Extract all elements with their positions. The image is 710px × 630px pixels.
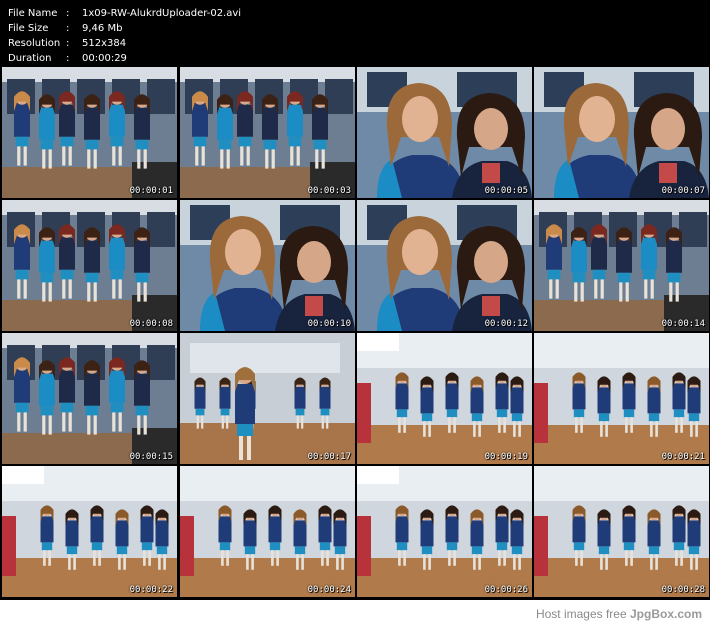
thumbnail-timestamp: 00:00:10	[307, 319, 351, 329]
footer-text[interactable]: Host images free JpgBox.com	[536, 607, 702, 621]
thumbnail-timestamp: 00:00:17	[307, 452, 351, 462]
thumbnail-frame	[534, 67, 709, 198]
info-key: Resolution	[8, 38, 61, 49]
video-thumbnail[interactable]: 00:00:24	[180, 466, 355, 597]
video-thumbnail[interactable]: 00:00:05	[357, 67, 532, 198]
info-sep: :	[66, 23, 70, 34]
thumbnail-frame	[180, 333, 355, 464]
video-thumbnail[interactable]: 00:00:08	[2, 200, 177, 331]
video-thumbnail[interactable]: 00:00:07	[534, 67, 709, 198]
thumbnail-timestamp: 00:00:01	[129, 186, 173, 196]
thumbnail-timestamp: 00:00:07	[661, 186, 705, 196]
video-thumbnail[interactable]: 00:00:03	[180, 67, 355, 198]
thumbnail-grid: 00:00:01 00:00:03 00:00:05 00:00:07 00:00:08…	[0, 67, 710, 599]
video-thumbnail[interactable]: 00:00:21	[534, 333, 709, 464]
thumbnail-timestamp: 00:00:05	[484, 186, 528, 196]
thumbnail-frame	[2, 333, 177, 464]
footer-prefix: Host images free	[535, 607, 630, 621]
thumbnail-frame	[180, 67, 355, 198]
video-thumbnail[interactable]: 00:00:22	[2, 466, 177, 597]
video-thumbnail[interactable]: 00:00:01	[2, 67, 177, 198]
video-thumbnail[interactable]: 00:00:12	[357, 200, 532, 331]
video-thumbnail[interactable]: 00:00:10	[180, 200, 355, 331]
thumbnail-timestamp: 00:00:12	[484, 319, 528, 329]
thumbnail-frame	[357, 67, 532, 198]
info-sep: :	[66, 8, 70, 19]
video-thumbnail[interactable]: 00:00:19	[357, 333, 532, 464]
info-value: 00:00:29	[82, 53, 127, 64]
info-value: 512x384	[82, 38, 127, 49]
thumbnail-frame	[534, 466, 709, 597]
thumbnail-timestamp: 00:00:14	[661, 319, 705, 329]
info-row: File Size: 9,46 Mb	[8, 21, 241, 36]
thumbnail-frame	[2, 466, 177, 597]
video-thumbnail[interactable]: 00:00:26	[357, 466, 532, 597]
thumbnail-timestamp: 00:00:22	[129, 585, 173, 595]
thumbnail-timestamp: 00:00:24	[307, 585, 351, 595]
thumbnail-timestamp: 00:00:21	[661, 452, 705, 462]
thumbnail-timestamp: 00:00:03	[307, 186, 351, 196]
thumbnail-frame	[180, 466, 355, 597]
thumbnail-timestamp: 00:00:26	[484, 585, 528, 595]
info-value: 9,46 Mb	[82, 23, 123, 34]
info-sep: :	[66, 38, 70, 49]
video-thumbnail[interactable]: 00:00:17	[180, 333, 355, 464]
thumbnail-timestamp: 00:00:28	[661, 585, 705, 595]
thumbnail-timestamp: 00:00:19	[484, 452, 528, 462]
file-info: File Name:1x09-RW-AlukrdUploader-02.avi F…	[8, 6, 241, 66]
thumbnail-frame	[180, 200, 355, 331]
info-row: Duration: 00:00:29	[8, 51, 241, 66]
thumbnail-frame	[534, 333, 709, 464]
info-row: Resolution: 512x384	[8, 36, 241, 51]
thumbnail-timestamp: 00:00:15	[129, 452, 173, 462]
footer-bar: Host images free JpgBox.com	[0, 600, 710, 630]
thumbnail-frame	[2, 200, 177, 331]
info-key: File Size	[8, 23, 49, 34]
thumbnail-frame	[534, 200, 709, 331]
thumbnail-frame	[357, 466, 532, 597]
video-thumbnail[interactable]: 00:00:15	[2, 333, 177, 464]
info-key: Duration	[8, 53, 52, 64]
info-key: File Name	[8, 8, 58, 19]
thumbnail-frame	[357, 200, 532, 331]
thumbnail-frame	[357, 333, 532, 464]
info-row: File Name: 1x09-RW-AlukrdUploader-02.avi	[8, 6, 241, 21]
video-thumbnail[interactable]: 00:00:28	[534, 466, 709, 597]
footer-brand[interactable]: JpgBox.com	[630, 607, 702, 621]
info-sep: :	[66, 53, 70, 64]
thumbnail-timestamp: 00:00:08	[129, 319, 173, 329]
thumbnail-frame	[2, 67, 177, 198]
info-value: 1x09-RW-AlukrdUploader-02.avi	[82, 8, 242, 19]
video-thumbnail[interactable]: 00:00:14	[534, 200, 709, 331]
